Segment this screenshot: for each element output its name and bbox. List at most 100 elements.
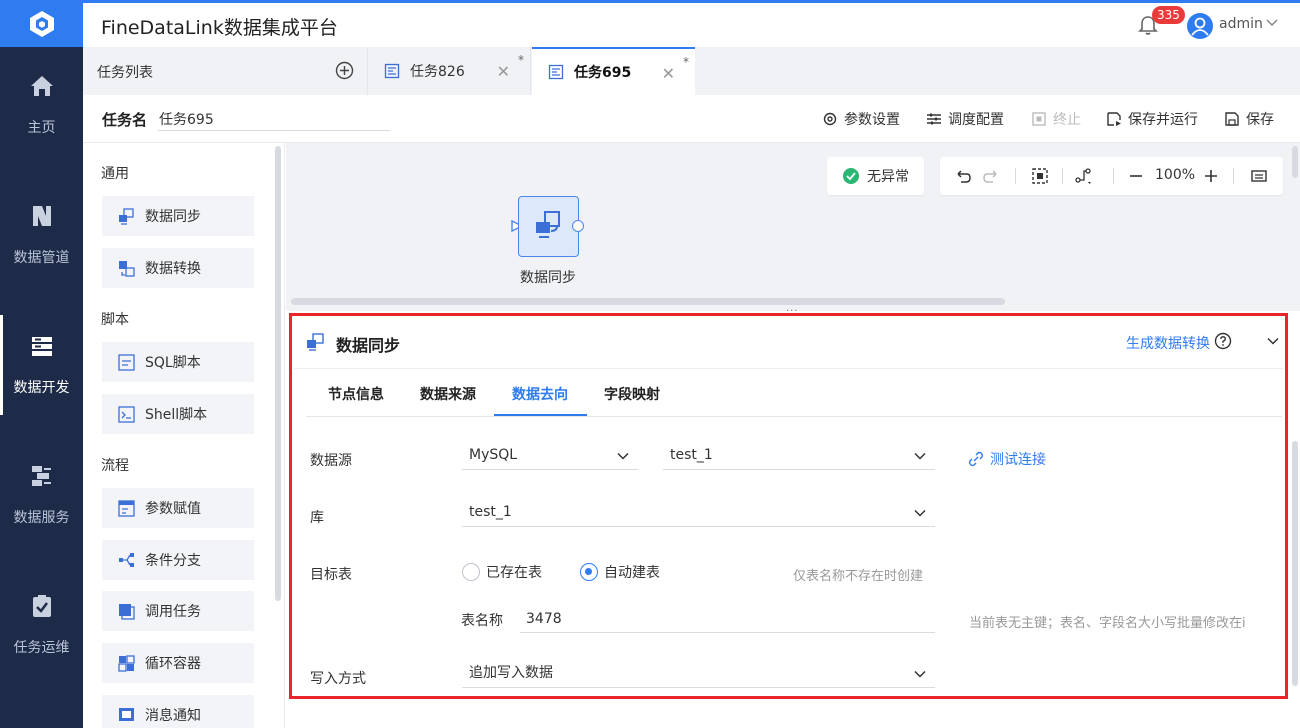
add-task-icon[interactable]: [335, 61, 354, 80]
palette-item-branch[interactable]: 条件分支: [102, 540, 254, 580]
link-icon: [968, 451, 984, 467]
nav-item-home[interactable]: 主页: [0, 55, 83, 155]
zoom-in-icon[interactable]: [1202, 167, 1220, 185]
logo[interactable]: [0, 0, 83, 47]
palette-item-label: 参数赋值: [145, 501, 201, 517]
radio-auto-create[interactable]: 自动建表: [580, 562, 660, 582]
select-value: test_1: [670, 447, 713, 463]
node-output-port[interactable]: [572, 220, 584, 232]
tab-field-mapping[interactable]: 字段映射: [604, 384, 660, 404]
palette-item-notify[interactable]: 消息通知: [102, 695, 254, 728]
logo-icon: [29, 10, 54, 37]
status-text: 无异常: [867, 169, 909, 185]
palette-item-loop[interactable]: 循环容器: [102, 643, 254, 683]
gear-icon: [823, 112, 837, 126]
undo-icon[interactable]: [954, 167, 972, 185]
status-chip[interactable]: 无异常: [827, 157, 924, 195]
minimap-icon[interactable]: [1250, 167, 1268, 185]
zoom-out-icon[interactable]: [1127, 167, 1145, 185]
flow-canvas[interactable]: 无异常 100% 数据同步 ...: [286, 143, 1300, 314]
task-doc-icon: [548, 64, 564, 80]
save-run-button[interactable]: 保存并运行: [1106, 109, 1198, 129]
top-bar: FineDataLink数据集成平台 335 admin: [83, 0, 1300, 47]
close-icon[interactable]: ✕: [662, 64, 675, 83]
datasource-conn-select[interactable]: test_1: [663, 442, 935, 470]
test-connection-link[interactable]: 测试连接: [968, 449, 1046, 469]
tab-task-695[interactable]: 任务695 ✕ *: [532, 47, 695, 95]
canvas-controls: 100%: [940, 157, 1283, 195]
params-button[interactable]: 参数设置: [822, 109, 900, 129]
palette-item-param-assign[interactable]: 参数赋值: [102, 488, 254, 528]
auto-create-hint: 仅表名称不存在时创建: [793, 569, 924, 584]
pipeline-icon: [32, 206, 51, 226]
stop-button[interactable]: 终止: [1031, 109, 1081, 129]
schedule-button[interactable]: 调度配置: [926, 109, 1004, 129]
palette-item-sql-script[interactable]: SQL脚本: [102, 342, 254, 382]
panel-scrollbar[interactable]: [1292, 441, 1298, 686]
task-name-input[interactable]: [158, 107, 390, 131]
palette-group-general: 通用: [101, 166, 129, 182]
palette-item-shell-script[interactable]: Shell脚本: [102, 394, 254, 434]
data-sync-icon: [307, 333, 324, 351]
tab-data-target[interactable]: 数据去向: [512, 384, 568, 404]
datasource-type-select[interactable]: MySQL: [462, 442, 638, 470]
user-icon: [1191, 17, 1209, 36]
db-select[interactable]: test_1: [462, 499, 935, 527]
palette-item-data-sync[interactable]: 数据同步: [102, 196, 254, 236]
tab-label: 任务826: [410, 64, 465, 80]
palette-item-label: 数据转换: [145, 261, 201, 277]
save-button[interactable]: 保存: [1224, 109, 1274, 129]
close-icon[interactable]: ✕: [497, 62, 510, 81]
sql-icon: [118, 353, 135, 371]
data-sync-icon: [536, 211, 560, 238]
task-doc-icon: [384, 63, 400, 79]
canvas-vscrollbar[interactable]: [1292, 146, 1298, 178]
radio-circle[interactable]: [462, 563, 480, 581]
canvas-hscrollbar[interactable]: [291, 298, 1005, 305]
data-service-icon: [31, 466, 51, 486]
task-list-label: 任务列表: [97, 65, 153, 81]
data-transform-icon: [119, 260, 135, 277]
palette-scrollbar[interactable]: [275, 146, 281, 601]
table-name-input[interactable]: [520, 605, 935, 633]
avatar[interactable]: [1187, 13, 1213, 39]
redo-icon[interactable]: [982, 167, 1000, 185]
nav-item-pipeline[interactable]: 数据管道: [0, 185, 83, 285]
left-nav: 主页 数据管道 数据开发 数据服务 任务运维: [0, 0, 83, 728]
chevron-down-icon: [914, 670, 926, 678]
tab-task-826[interactable]: 任务826 ✕ *: [368, 47, 531, 95]
notification-badge: 335: [1152, 6, 1185, 24]
layout-icon[interactable]: [1074, 167, 1092, 185]
nav-item-task-ops[interactable]: 任务运维: [0, 575, 83, 675]
nav-item-data-service[interactable]: 数据服务: [0, 445, 83, 545]
check-circle-icon: [843, 168, 859, 184]
help-icon[interactable]: [1214, 332, 1232, 350]
chevron-down-icon[interactable]: [1266, 334, 1280, 348]
shell-icon: [118, 405, 135, 423]
component-palette: 通用 数据同步 数据转换 脚本 SQL脚本 Shell脚本 流程 参数赋值 条件…: [83, 143, 285, 728]
save-icon: [1225, 112, 1239, 126]
tab-node-info[interactable]: 节点信息: [328, 384, 384, 404]
user-name[interactable]: admin: [1219, 16, 1263, 32]
schedule-label: 调度配置: [948, 112, 1004, 128]
radio-circle[interactable]: [580, 563, 598, 581]
node-label: 数据同步: [520, 270, 576, 286]
params-label: 参数设置: [844, 112, 900, 128]
palette-item-data-transform[interactable]: 数据转换: [102, 248, 254, 288]
palette-group-flow: 流程: [101, 458, 129, 474]
nav-item-data-dev[interactable]: 数据开发: [0, 315, 83, 415]
chevron-down-icon: [914, 509, 926, 517]
write-mode-label: 写入方式: [310, 671, 366, 687]
chevron-down-icon: [914, 452, 926, 460]
nav-item-label: 任务运维: [13, 640, 70, 656]
tab-data-source[interactable]: 数据来源: [420, 384, 476, 404]
palette-item-call-task[interactable]: 调用任务: [102, 591, 254, 631]
generate-transform-link[interactable]: 生成数据转换: [1126, 333, 1210, 353]
flow-node-data-sync[interactable]: [518, 196, 579, 257]
radio-existing-table[interactable]: 已存在表: [462, 562, 542, 582]
fit-view-icon[interactable]: [1031, 167, 1049, 185]
call-task-icon: [119, 603, 135, 620]
chevron-down-icon[interactable]: [1265, 15, 1279, 29]
app-title: FineDataLink数据集成平台: [101, 17, 338, 39]
write-mode-select[interactable]: 追加写入数据: [462, 660, 935, 688]
